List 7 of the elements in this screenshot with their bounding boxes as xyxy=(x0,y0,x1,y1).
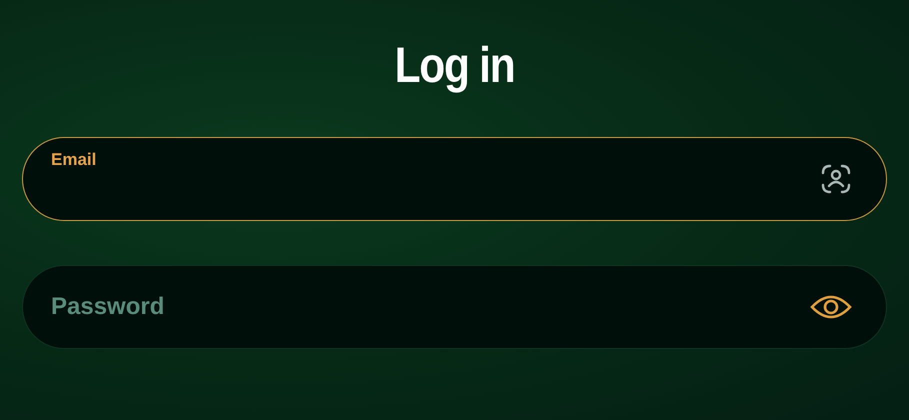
page-title: Log in xyxy=(394,38,514,93)
field-placeholder: Password xyxy=(51,293,164,320)
email-field[interactable]: Email xyxy=(22,137,887,221)
password-field[interactable]: Password xyxy=(22,265,887,349)
face-scan-icon[interactable] xyxy=(820,163,852,195)
eye-icon[interactable] xyxy=(810,293,852,321)
field-label: Email xyxy=(51,150,96,170)
